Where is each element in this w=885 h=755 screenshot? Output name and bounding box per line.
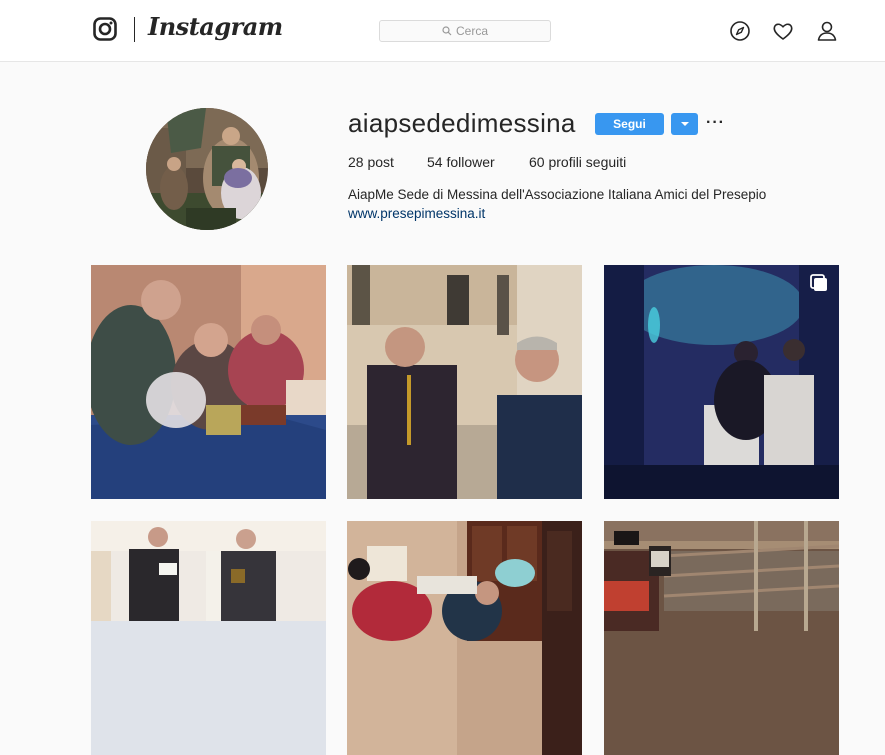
top-navigation-bar: Instagram Cerca bbox=[0, 0, 885, 62]
post-thumbnail[interactable] bbox=[91, 265, 326, 499]
post-thumbnail[interactable] bbox=[604, 265, 839, 499]
follow-button[interactable]: Segui bbox=[595, 113, 664, 135]
post-thumbnail[interactable] bbox=[347, 521, 582, 755]
profile-username: aiapsededimessina bbox=[348, 108, 576, 138]
suggestions-dropdown-button[interactable] bbox=[671, 113, 698, 135]
posts-count: 28 post bbox=[348, 154, 394, 170]
post-thumbnail[interactable] bbox=[91, 521, 326, 755]
followers-link[interactable]: 54 follower bbox=[427, 154, 495, 170]
search-placeholder: Cerca bbox=[455, 24, 488, 38]
more-options-button[interactable]: ··· bbox=[706, 114, 725, 132]
logo-divider bbox=[134, 17, 135, 42]
user-icon[interactable] bbox=[816, 20, 838, 42]
instagram-glyph-icon[interactable] bbox=[93, 17, 117, 41]
post-thumbnail[interactable] bbox=[604, 521, 839, 755]
profile-website-link[interactable]: www.presepimessina.it bbox=[348, 206, 485, 221]
instagram-wordmark[interactable]: Instagram bbox=[148, 12, 283, 41]
profile-bio: AiapMe Sede di Messina dell'Associazione… bbox=[348, 187, 767, 202]
multiple-photos-icon bbox=[810, 274, 827, 291]
profile-avatar[interactable] bbox=[146, 108, 268, 230]
compass-icon[interactable] bbox=[729, 20, 751, 42]
heart-icon[interactable] bbox=[772, 20, 794, 42]
search-icon bbox=[442, 26, 452, 36]
post-thumbnail[interactable] bbox=[347, 265, 582, 499]
search-input[interactable]: Cerca bbox=[379, 20, 551, 42]
following-link[interactable]: 60 profili seguiti bbox=[529, 154, 626, 170]
